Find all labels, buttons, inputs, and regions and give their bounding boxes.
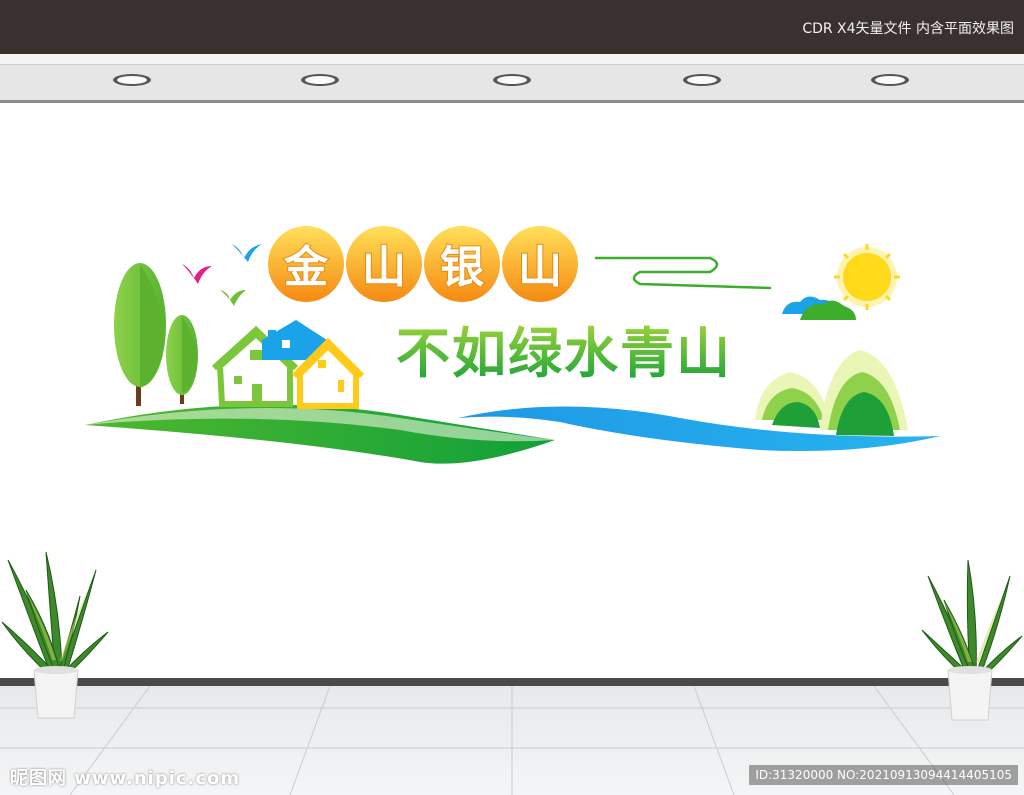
title-char-4: 山 [518, 242, 562, 293]
tree-icon [166, 315, 198, 404]
bird-icon [182, 264, 212, 284]
skirting-board [0, 678, 1024, 686]
sun-icon [834, 244, 900, 310]
mountains-icon [755, 350, 908, 436]
potted-plant-icon [1, 551, 109, 719]
wind-line-icon [594, 256, 772, 290]
wall-artwork: 金 山 银 山 不如绿水青山 [85, 226, 940, 464]
title-line2: 不如绿水青山 [396, 322, 732, 385]
site-watermark: 昵图网 www.nipic.com [10, 768, 241, 789]
title-char-1: 金 [283, 242, 329, 293]
bird-icon [220, 290, 246, 306]
tree-icon [114, 263, 166, 406]
title-char-2: 山 [362, 242, 406, 293]
title-char-3: 银 [440, 242, 484, 293]
potted-plant-icon [921, 559, 1023, 721]
bird-icon [232, 244, 262, 262]
id-watermark: ID:31320000 NO:20210913094414405105 [749, 765, 1018, 785]
